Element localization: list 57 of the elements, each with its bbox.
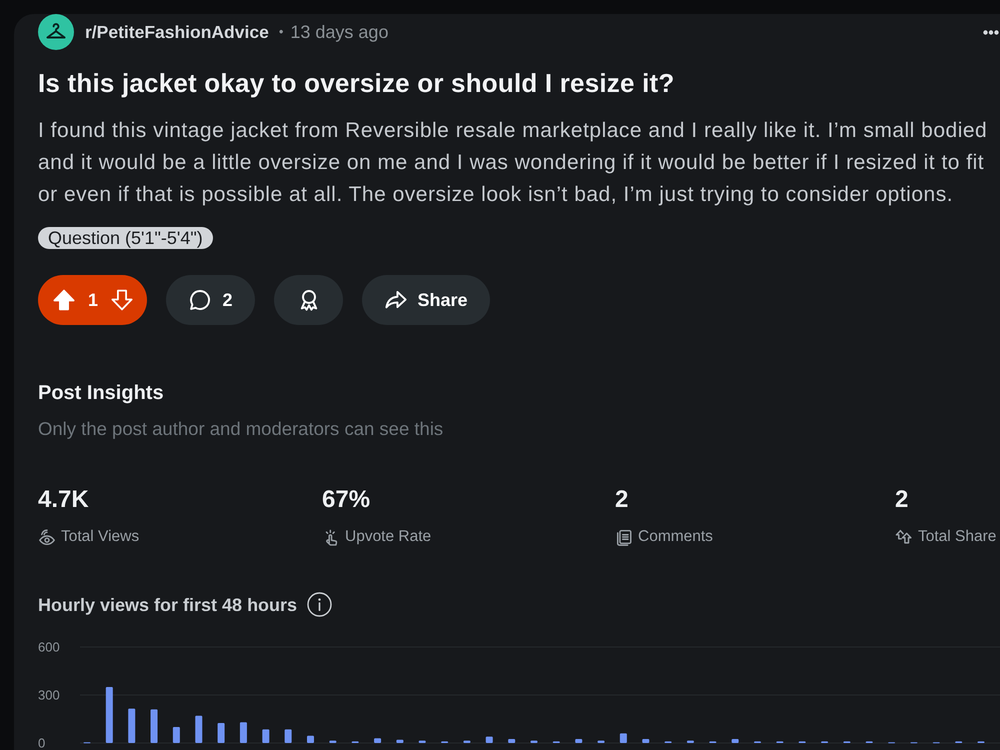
comments-button[interactable]: 2	[166, 275, 255, 325]
info-icon[interactable]	[307, 592, 332, 617]
vote-count: 1	[88, 289, 98, 312]
y-axis-label: 300	[38, 688, 60, 702]
stat-value: 2	[615, 485, 630, 515]
bar	[262, 729, 270, 743]
bar	[620, 733, 627, 743]
bar	[396, 740, 404, 743]
bar	[128, 708, 136, 743]
bar	[508, 739, 516, 743]
section-subtitle: Only the post author and moderators can see this	[38, 417, 444, 441]
bar	[575, 739, 582, 743]
speech-bubble-icon	[188, 288, 212, 312]
bar	[486, 736, 493, 743]
stat-value: 67%	[322, 485, 372, 515]
document-icon	[615, 528, 633, 546]
bar	[732, 739, 739, 743]
bar	[150, 709, 158, 743]
post-body: I found this vintage jacket from Reversible resale marketplace and I really like it. I’m small bodied and it would be a little oversize on me and I was wondering if it would be better if I resized it to fit or even if that is possible at all. The oversize look isn’t bad, I’m just trying to consider options.	[38, 118, 988, 208]
post-time: 13 days ago	[290, 21, 388, 44]
bar	[329, 740, 336, 743]
post-title: Is this jacket okay to oversize or should I resize it?	[38, 67, 676, 99]
stat-label: Total Share	[918, 527, 996, 547]
bar	[307, 736, 314, 743]
section-heading: Post Insights	[38, 381, 165, 406]
bar	[374, 738, 382, 743]
bar	[418, 740, 426, 743]
bar	[642, 739, 650, 743]
bar	[172, 727, 180, 743]
y-axis-label: 600	[38, 640, 60, 654]
bar	[686, 740, 694, 743]
bar	[598, 740, 605, 743]
bar	[218, 723, 225, 743]
bar	[463, 740, 470, 743]
subreddit-link[interactable]: r/PetiteFashionAdvice	[85, 20, 269, 44]
more-icon[interactable]	[983, 30, 999, 34]
arrow-down-icon[interactable]	[110, 288, 134, 312]
bar	[284, 729, 292, 743]
y-axis-label: 0	[38, 736, 46, 750]
stat-label: Total Views	[61, 527, 140, 547]
stat-value: 4.7K	[38, 485, 90, 515]
flair-tag[interactable]: Question (5'1"-5'4")	[38, 227, 213, 249]
bar	[106, 687, 113, 743]
stat-value: 2	[895, 485, 910, 515]
award-button[interactable]	[274, 275, 343, 325]
chart-title: Hourly views for first 48 hours	[38, 594, 298, 616]
hanger-icon[interactable]	[38, 14, 74, 50]
arrow-up-icon[interactable]	[52, 288, 76, 312]
stat-label: Upvote Rate	[345, 527, 432, 547]
bar	[530, 740, 538, 743]
arrows-up-icon	[895, 528, 913, 546]
eye-icon	[38, 528, 56, 546]
stat-label: Comments	[638, 527, 713, 547]
bar	[195, 716, 202, 743]
bar	[240, 722, 247, 743]
share-button[interactable]: Share	[362, 275, 490, 325]
separator: •	[278, 23, 284, 41]
